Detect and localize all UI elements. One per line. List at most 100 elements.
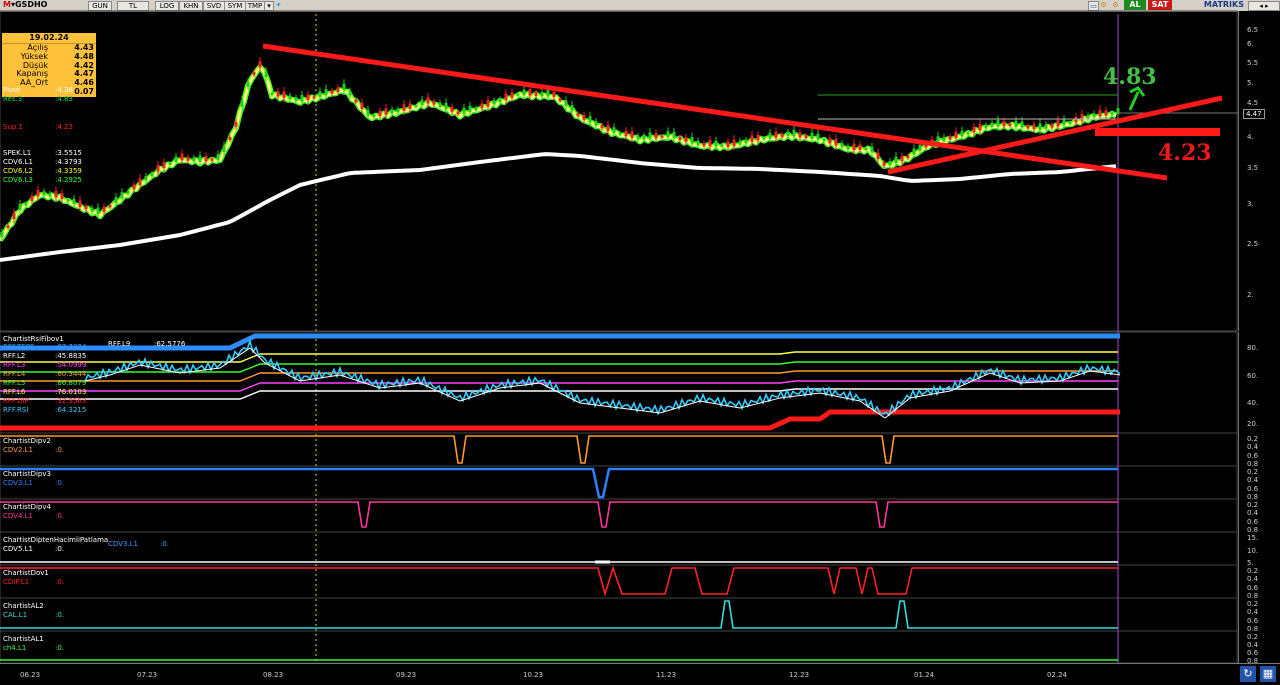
label-value: :0. [160,540,170,548]
sub-axis-tick: 0.6 [1247,649,1259,657]
sub-panel-axis[interactable]: 15. 10. 5. [1238,532,1280,567]
sub-axis-tick: 0.4 [1247,575,1259,584]
candle-body [702,143,706,147]
candle-body [906,155,910,159]
candle-body [540,92,544,97]
candle-body [198,155,202,162]
rsi-tick: 80. [1247,344,1259,352]
candle-body [564,100,568,107]
panel-frame [0,465,1238,500]
candle-body [1032,124,1036,130]
candle-body [1062,119,1066,126]
candle-body [768,132,772,139]
sub-panel-title: ChartistDipv3 [3,470,51,478]
label-name: RFF.TEPE [3,343,35,351]
candle-body [552,91,556,97]
sub-axis-tick: 0.2 [1247,567,1259,575]
candle-body [684,137,688,142]
sub-panel-title: ChartistDipv2 [3,437,51,445]
sub-panel-axis[interactable]: 0.2 0.4 0.6 0.8 [1238,433,1280,468]
candle-body [126,191,130,194]
sup1-label: Sup.1:4.23 [3,123,73,131]
candle-body [306,94,310,100]
chart-canvas[interactable] [0,0,1238,684]
candle-body [390,109,394,114]
candle-body [774,131,778,138]
candle-body [714,140,718,147]
candle-body [90,207,94,212]
candle-body [60,193,64,199]
sub-panel-axis[interactable]: 0.2 0.4 0.6 0.8 [1238,499,1280,534]
candle-body [384,108,388,115]
candle-body [402,104,406,111]
label-value: :87.7324 [55,343,87,351]
label-value: :54.0999 [55,361,87,369]
rsi-tick: 20. [1247,420,1259,428]
label-name: RFF.RSI [3,406,29,414]
candle-body [576,113,580,117]
label-name: CDIP.L1 [3,578,30,586]
sub-panel-axis[interactable]: 0.2 0.4 0.6 0.8 [1238,565,1280,600]
label-value: :0. [55,611,65,619]
candle-body [960,130,964,137]
candle-body [624,130,628,137]
sub-axis-tick: 10. [1247,546,1259,555]
sub-panel-title: ChartistDov1 [3,569,49,577]
sub-axis-tick: 0.4 [1247,443,1259,452]
candle-body [66,199,70,202]
candle-body [912,148,916,155]
sub-axis-tick: 0.4 [1247,608,1259,617]
candle-body [678,136,682,140]
candle-body [864,148,868,150]
candle-body [432,101,436,105]
candle-body [666,131,670,138]
candle-body [852,143,856,150]
candle-body [114,197,118,203]
candle-body [84,205,88,210]
rsi-axis[interactable]: 80. 60. 40. 20. [1238,332,1280,433]
rsi-panel-title: ChartistRsiFibov1 [3,335,64,343]
candle-body [42,191,46,196]
candle-body [792,129,796,137]
rsi-tick: 60. [1247,372,1259,380]
candle-body [996,120,1000,127]
candle-body [786,131,790,137]
candle-body [660,135,664,138]
price-axis[interactable]: 6.5 6. 5.5 5. 4.5 4.47 4. 3.5 3. 2.5 2. [1238,11,1280,331]
candle-body [6,225,10,228]
refresh-icon[interactable]: ↻ [1240,666,1256,682]
last-price-marker: 4.47 [1243,109,1265,119]
candle-body [258,61,262,68]
sub-panel-axis[interactable]: 0.2 0.4 0.6 0.8 [1238,631,1280,665]
sub-panel-line-label: CDV5.L1:0. [3,545,64,553]
layout-icon[interactable]: ▦ [1260,666,1276,682]
candle-body [264,71,268,77]
sub-axis-tick: 0.2 [1247,633,1259,641]
rff-l6-label: RFF.L6:76.0103 [3,388,86,396]
sub-panel-line-label: CDIP.L1:0. [3,578,64,586]
candle-body [468,105,472,112]
rff-l4-label: RFF.L4:60.3444 [3,370,86,378]
price-tick: 5.5 [1247,59,1259,67]
sub-panel-axis[interactable]: 0.2 0.4 0.6 0.8 [1238,466,1280,501]
sub-panel-axis[interactable]: 0.2 0.4 0.6 0.8 [1238,598,1280,633]
date-axis[interactable]: 06.23 07.23 08.23 09.23 10.23 11.23 12.2… [0,663,1280,685]
candle-body [378,110,382,116]
candle-body [708,140,712,147]
scroll-arrows[interactable]: ◂ ▸ [1248,1,1280,11]
candle-body [492,100,496,105]
rff-dip-label: RFF.DIP:32.9563 [3,397,86,405]
candle-body [888,160,892,166]
candle-body [1086,115,1090,119]
candle-body [36,189,40,197]
sub-panel-extra-label: CDV3.L1:0. [108,540,169,548]
label-name: CDV5.L1 [3,545,33,553]
label-name: RFF.DIP [3,397,29,405]
candle-body [150,172,154,176]
sub-panel-line-label: CDV2.L1:0. [3,446,64,454]
cdv6-l1-label: CDV6.L1:4.3793 [3,158,82,166]
candle-body [588,116,592,123]
candle-body [858,144,862,150]
label-name: CDV6.L3 [3,176,33,184]
candle-body [78,200,82,207]
